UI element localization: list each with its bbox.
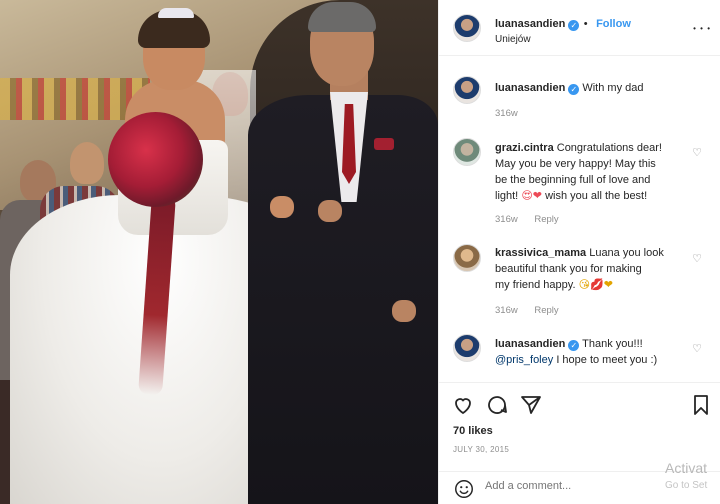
author-username[interactable]: luanasandien <box>495 18 565 30</box>
comment-line: light! <box>495 190 519 202</box>
verified-badge-icon: ✓ <box>568 20 580 31</box>
bride-hand <box>270 196 294 218</box>
post-photo[interactable] <box>0 0 438 504</box>
reply-button[interactable]: Reply <box>534 305 558 316</box>
verified-badge-icon: ✓ <box>568 340 580 351</box>
father-hair <box>308 2 376 32</box>
comment-icon[interactable] <box>485 393 509 417</box>
verified-badge-icon: ✓ <box>568 84 580 95</box>
activation-watermark: Activat <box>665 460 708 476</box>
more-icon[interactable]: • • • <box>693 24 711 33</box>
bookmark-icon[interactable] <box>689 393 713 417</box>
comment-username[interactable]: grazi.cintra <box>495 142 554 154</box>
comment-text: luanasandien ✓ Thank you!!! @pris_foley I… <box>495 336 701 368</box>
caption-meta: 316w <box>495 108 532 119</box>
comment-line: Luana you look <box>589 247 664 259</box>
post-sidebar: luanasandien ✓ • Follow Uniejów • • • lua… <box>438 0 720 504</box>
comment-line: be the beginning full of love and <box>495 174 651 186</box>
bouquet <box>108 112 203 207</box>
dot-separator: • <box>583 18 588 30</box>
guest-head <box>70 142 104 184</box>
location-link[interactable]: Uniejów <box>495 34 531 45</box>
smile-icon[interactable] <box>453 478 475 500</box>
author-line: luanasandien ✓ • Follow <box>495 14 631 32</box>
comment-like-heart-icon[interactable]: ♡ <box>692 146 702 159</box>
caption-body: With my dad <box>582 82 644 94</box>
mention-link[interactable]: @pris_foley <box>495 354 553 366</box>
caption-avatar[interactable] <box>453 76 481 104</box>
likes-count[interactable]: 70 likes <box>453 425 493 437</box>
father-hand <box>318 200 342 222</box>
comment-text: krassivica_mama Luana you look beautiful… <box>495 245 701 293</box>
comment-time[interactable]: 316w <box>495 214 518 225</box>
comment-line: May you be very happy! May this <box>495 158 656 170</box>
comment-line: Congratulations dear! <box>556 142 662 154</box>
activation-watermark-sub: Go to Set <box>665 480 708 491</box>
comment-like-heart-icon[interactable]: ♡ <box>692 342 702 355</box>
commenter-avatar[interactable] <box>453 334 481 362</box>
comment-line: wish you all the best! <box>545 190 648 202</box>
comment-username[interactable]: krassivica_mama <box>495 247 586 259</box>
reply-button[interactable]: Reply <box>534 214 558 225</box>
comment-meta: 316w Reply <box>495 214 573 225</box>
pocket-square <box>374 138 394 150</box>
comment-line: beautiful thank you for making <box>495 263 642 275</box>
comment-time[interactable]: 316w <box>495 305 518 316</box>
caption-time[interactable]: 316w <box>495 108 518 119</box>
author-avatar[interactable] <box>453 14 481 42</box>
father-hand <box>392 300 416 322</box>
heart-icon[interactable] <box>451 393 475 417</box>
comment-line: Thank you!!! <box>582 338 643 350</box>
post-date[interactable]: JULY 30, 2015 <box>453 445 509 454</box>
comment-text: grazi.cintra Congratulations dear! May y… <box>495 140 701 204</box>
caption-text: luanasandien ✓ With my dad <box>495 80 701 96</box>
comment-meta: 316w Reply <box>495 305 573 316</box>
commenter-avatar[interactable] <box>453 244 481 272</box>
comment-username[interactable]: luanasandien <box>495 338 565 350</box>
caption-username[interactable]: luanasandien <box>495 82 565 94</box>
send-icon[interactable] <box>519 393 543 417</box>
comment-like-heart-icon[interactable]: ♡ <box>692 252 702 265</box>
comment-line: my friend happy. <box>495 279 576 291</box>
commenter-avatar[interactable] <box>453 138 481 166</box>
tiara <box>158 8 194 18</box>
follow-button[interactable]: Follow <box>596 18 631 30</box>
comment-input[interactable] <box>485 480 655 492</box>
kiss-emoji: 😘💋❤ <box>578 279 613 291</box>
post-header: luanasandien ✓ • Follow Uniejów • • • <box>439 0 720 56</box>
comment-line: I hope to meet you :) <box>556 354 658 366</box>
heart-eyes-emoji: 😍❤ <box>521 190 542 202</box>
